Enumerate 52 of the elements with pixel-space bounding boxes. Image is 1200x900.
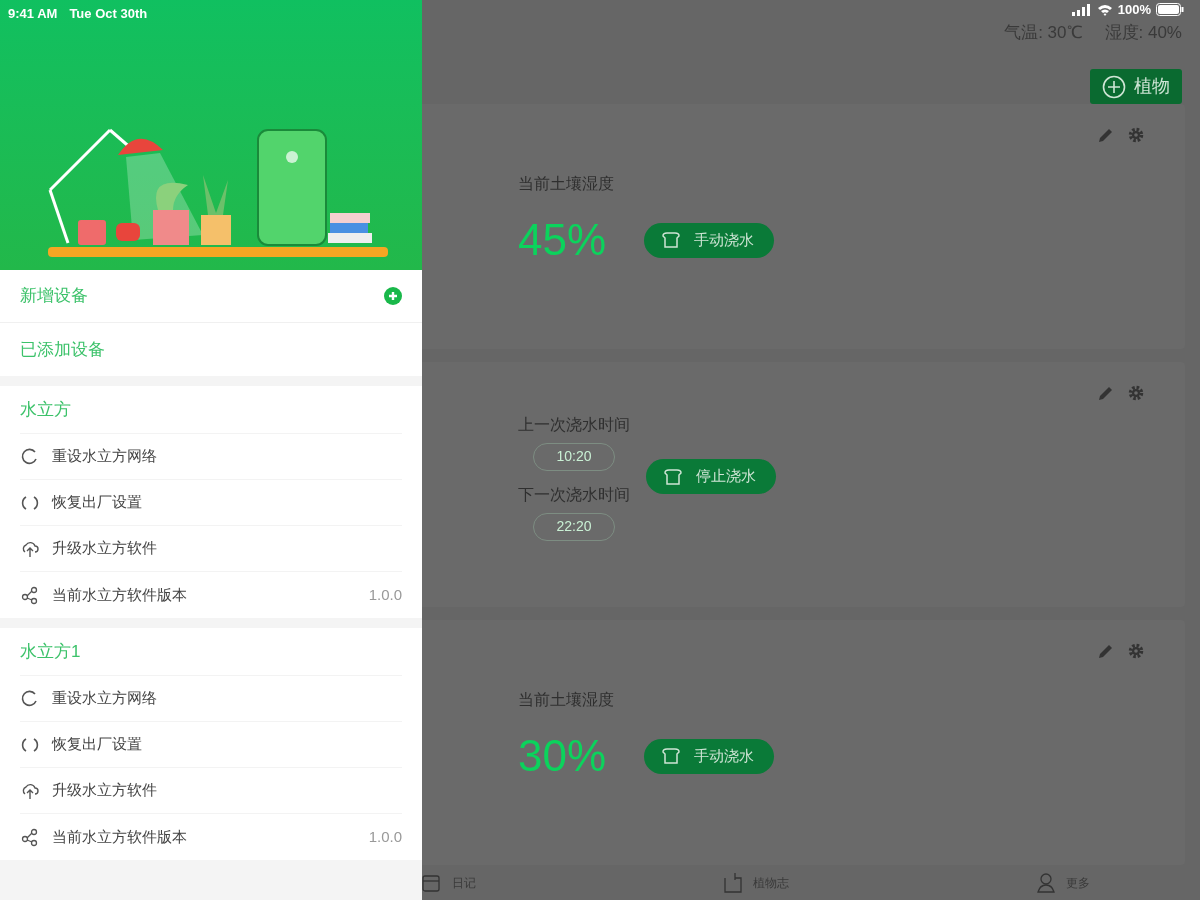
version-number: 1.0.0 [368, 584, 402, 605]
refresh-icon [20, 446, 40, 467]
tshirt-icon [660, 230, 683, 250]
plus-circle-icon [384, 287, 402, 305]
version-number: 1.0.0 [368, 826, 402, 847]
watering-button[interactable]: 手动浇水 [644, 738, 775, 774]
device-menu-item[interactable]: 当前水立方软件版本 1.0.0 [20, 814, 402, 860]
add-device-label: 新增设备 [20, 285, 88, 308]
share-nodes-icon [20, 827, 40, 847]
menu-item-label: 当前水立方软件版本 [52, 584, 188, 605]
device-menu-item[interactable]: 升级水立方软件 [20, 768, 402, 814]
settings-icon [1127, 126, 1145, 144]
signal-icon [1071, 3, 1092, 16]
battery-percent: 100% [1117, 1, 1151, 19]
menu-item-label: 重设水立方网络 [52, 446, 158, 467]
device-menu-item[interactable]: 升级水立方软件 [20, 526, 402, 572]
device-name: 水立方 [20, 386, 402, 434]
status-time: 9:41 AM [8, 5, 58, 23]
moisture-value: 45% [518, 218, 607, 262]
device-name: 水立方1 [20, 628, 402, 676]
menu-item-label: 升级水立方软件 [52, 780, 158, 801]
add-plant-button[interactable]: 植物 [1090, 69, 1182, 104]
device-menu-item[interactable]: 恢复出厂设置 [20, 722, 402, 768]
settings-icon [1127, 384, 1145, 402]
menu-item-label: 当前水立方软件版本 [52, 826, 188, 847]
settings-icon [1127, 642, 1145, 660]
menu-item-label: 重设水立方网络 [52, 688, 158, 709]
person-icon [1036, 871, 1056, 894]
wifi-icon [1096, 3, 1113, 16]
section-title: 已添加设备 [19, 338, 106, 361]
menu-item-label: 恢复出厂设置 [52, 734, 143, 755]
battery-icon [1156, 3, 1184, 17]
device-menu-item[interactable]: 恢复出厂设置 [20, 480, 402, 526]
status-date: Tue Oct 30th [69, 5, 148, 23]
moisture-value: 30% [518, 734, 607, 778]
device-menu-item[interactable]: 重设水立方网络 [20, 676, 402, 722]
watering-button[interactable]: 手动浇水 [644, 222, 775, 258]
share-nodes-icon [20, 585, 40, 605]
moisture-label: 当前土壤湿度 [518, 174, 615, 194]
pencil-icon [1097, 642, 1115, 660]
watering-button[interactable]: 停止浇水 [646, 459, 776, 494]
refresh-icon [20, 688, 40, 709]
menu-item-label: 升级水立方软件 [52, 538, 158, 559]
menu-item-label: 恢复出厂设置 [52, 492, 143, 513]
document-icon [723, 871, 743, 894]
pencil-icon [1097, 126, 1115, 144]
moisture-label: 当前土壤湿度 [518, 690, 615, 710]
device-menu-item[interactable]: 重设水立方网络 [20, 434, 402, 480]
device-menu-item[interactable]: 当前水立方软件版本 1.0.0 [20, 572, 402, 618]
tshirt-icon [660, 746, 683, 766]
plus-circle-icon [1102, 74, 1126, 99]
pencil-icon [1097, 384, 1115, 402]
